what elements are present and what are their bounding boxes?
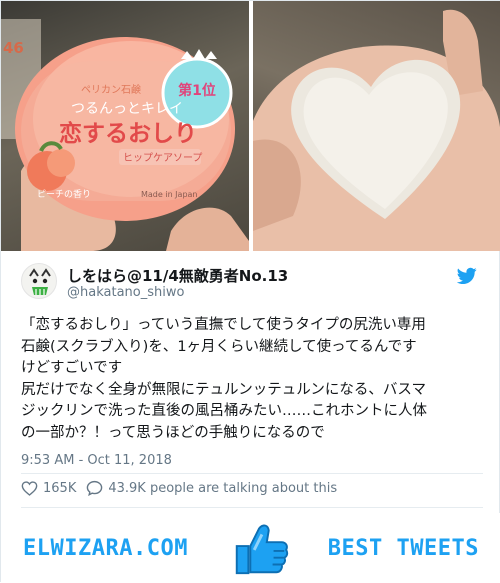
talking-action[interactable]: 43.9K people are talking about this — [86, 480, 337, 496]
user-handle[interactable]: @hakatano_shiwo — [67, 285, 184, 300]
avatar-face-icon — [29, 268, 51, 295]
speech-bubble-icon — [87, 480, 103, 496]
like-action[interactable]: 165K — [21, 481, 76, 496]
tweet-text-line: けどすごいです — [21, 360, 123, 376]
display-name[interactable]: しをはら@11/4無敵勇者No.13 — [67, 265, 288, 286]
tweet-timestamp[interactable]: 9:53 AM - Oct 11, 2018 — [21, 453, 172, 468]
tweet-actions: 165K 43.9K people are talking about this — [21, 477, 347, 499]
like-count: 165K — [43, 480, 77, 496]
tweet-text-line: ジックリンで洗った直後の風呂桶みたい……これホントに人体 — [21, 403, 427, 419]
photo-heart-soap[interactable] — [253, 1, 500, 251]
tweet-text: 「恋するおしり」っていう直撫でして使うタイプの尻洗い専用 石鹸(スクラブ入り)を… — [21, 315, 483, 444]
footer-tagline: BEST TWEETS — [327, 536, 479, 561]
tweet-text-line: 尻だけでなく全身が無限にテュルンッテュルンになる、バスマ — [21, 381, 426, 398]
tweet-text-line: 「恋するおしり」っていう直撫でして使うタイプの尻洗い専用 — [21, 317, 426, 333]
svg-text:ヒップケアソープ: ヒップケアソープ — [123, 152, 202, 164]
svg-text:つるんっとキレイ: つるんっとキレイ — [71, 101, 183, 117]
avatar[interactable] — [21, 263, 57, 299]
svg-text:ペリカン石鹸: ペリカン石鹸 — [81, 83, 141, 96]
svg-text:Made in Japan: Made in Japan — [141, 190, 198, 199]
divider — [21, 473, 483, 474]
thumbs-up-icon — [235, 524, 289, 575]
tweet-text-line: の一部か？！って思うほどの手触りになるので — [21, 424, 325, 441]
twitter-bird-icon[interactable] — [457, 267, 477, 285]
heart-shaped-soap-photo — [253, 9, 500, 251]
divider — [21, 507, 483, 508]
tweet-photos: 46 第1位 ペリカン石鹸 つるんっとキレイ 恋するおしり ヒップケアソープ ピ… — [1, 1, 500, 251]
svg-text:46: 46 — [3, 39, 24, 57]
tweet-text-line: 石鹸(スクラブ入り)を、1ヶ月くらい継続して使ってるんです — [21, 338, 417, 355]
footer-banner: ELWIZARA.COM BEST TWEETS — [1, 513, 500, 583]
talking-count: 43.9K people are talking about this — [108, 480, 338, 496]
svg-text:第1位: 第1位 — [178, 82, 216, 99]
footer-site-name[interactable]: ELWIZARA.COM — [23, 536, 188, 561]
svg-text:恋するおしり: 恋するおしり — [59, 120, 197, 147]
heart-outline-icon — [21, 480, 38, 496]
soap-package-photo: 46 第1位 ペリカン石鹸 つるんっとキレイ 恋するおしり ヒップケアソープ ピ… — [1, 19, 249, 251]
embedded-tweet-card: 46 第1位 ペリカン石鹸 つるんっとキレイ 恋するおしり ヒップケアソープ ピ… — [0, 0, 500, 583]
photo-soap-package[interactable]: 46 第1位 ペリカン石鹸 つるんっとキレイ 恋するおしり ヒップケアソープ ピ… — [1, 1, 249, 251]
svg-text:ピーチの香り: ピーチの香り — [37, 189, 91, 200]
